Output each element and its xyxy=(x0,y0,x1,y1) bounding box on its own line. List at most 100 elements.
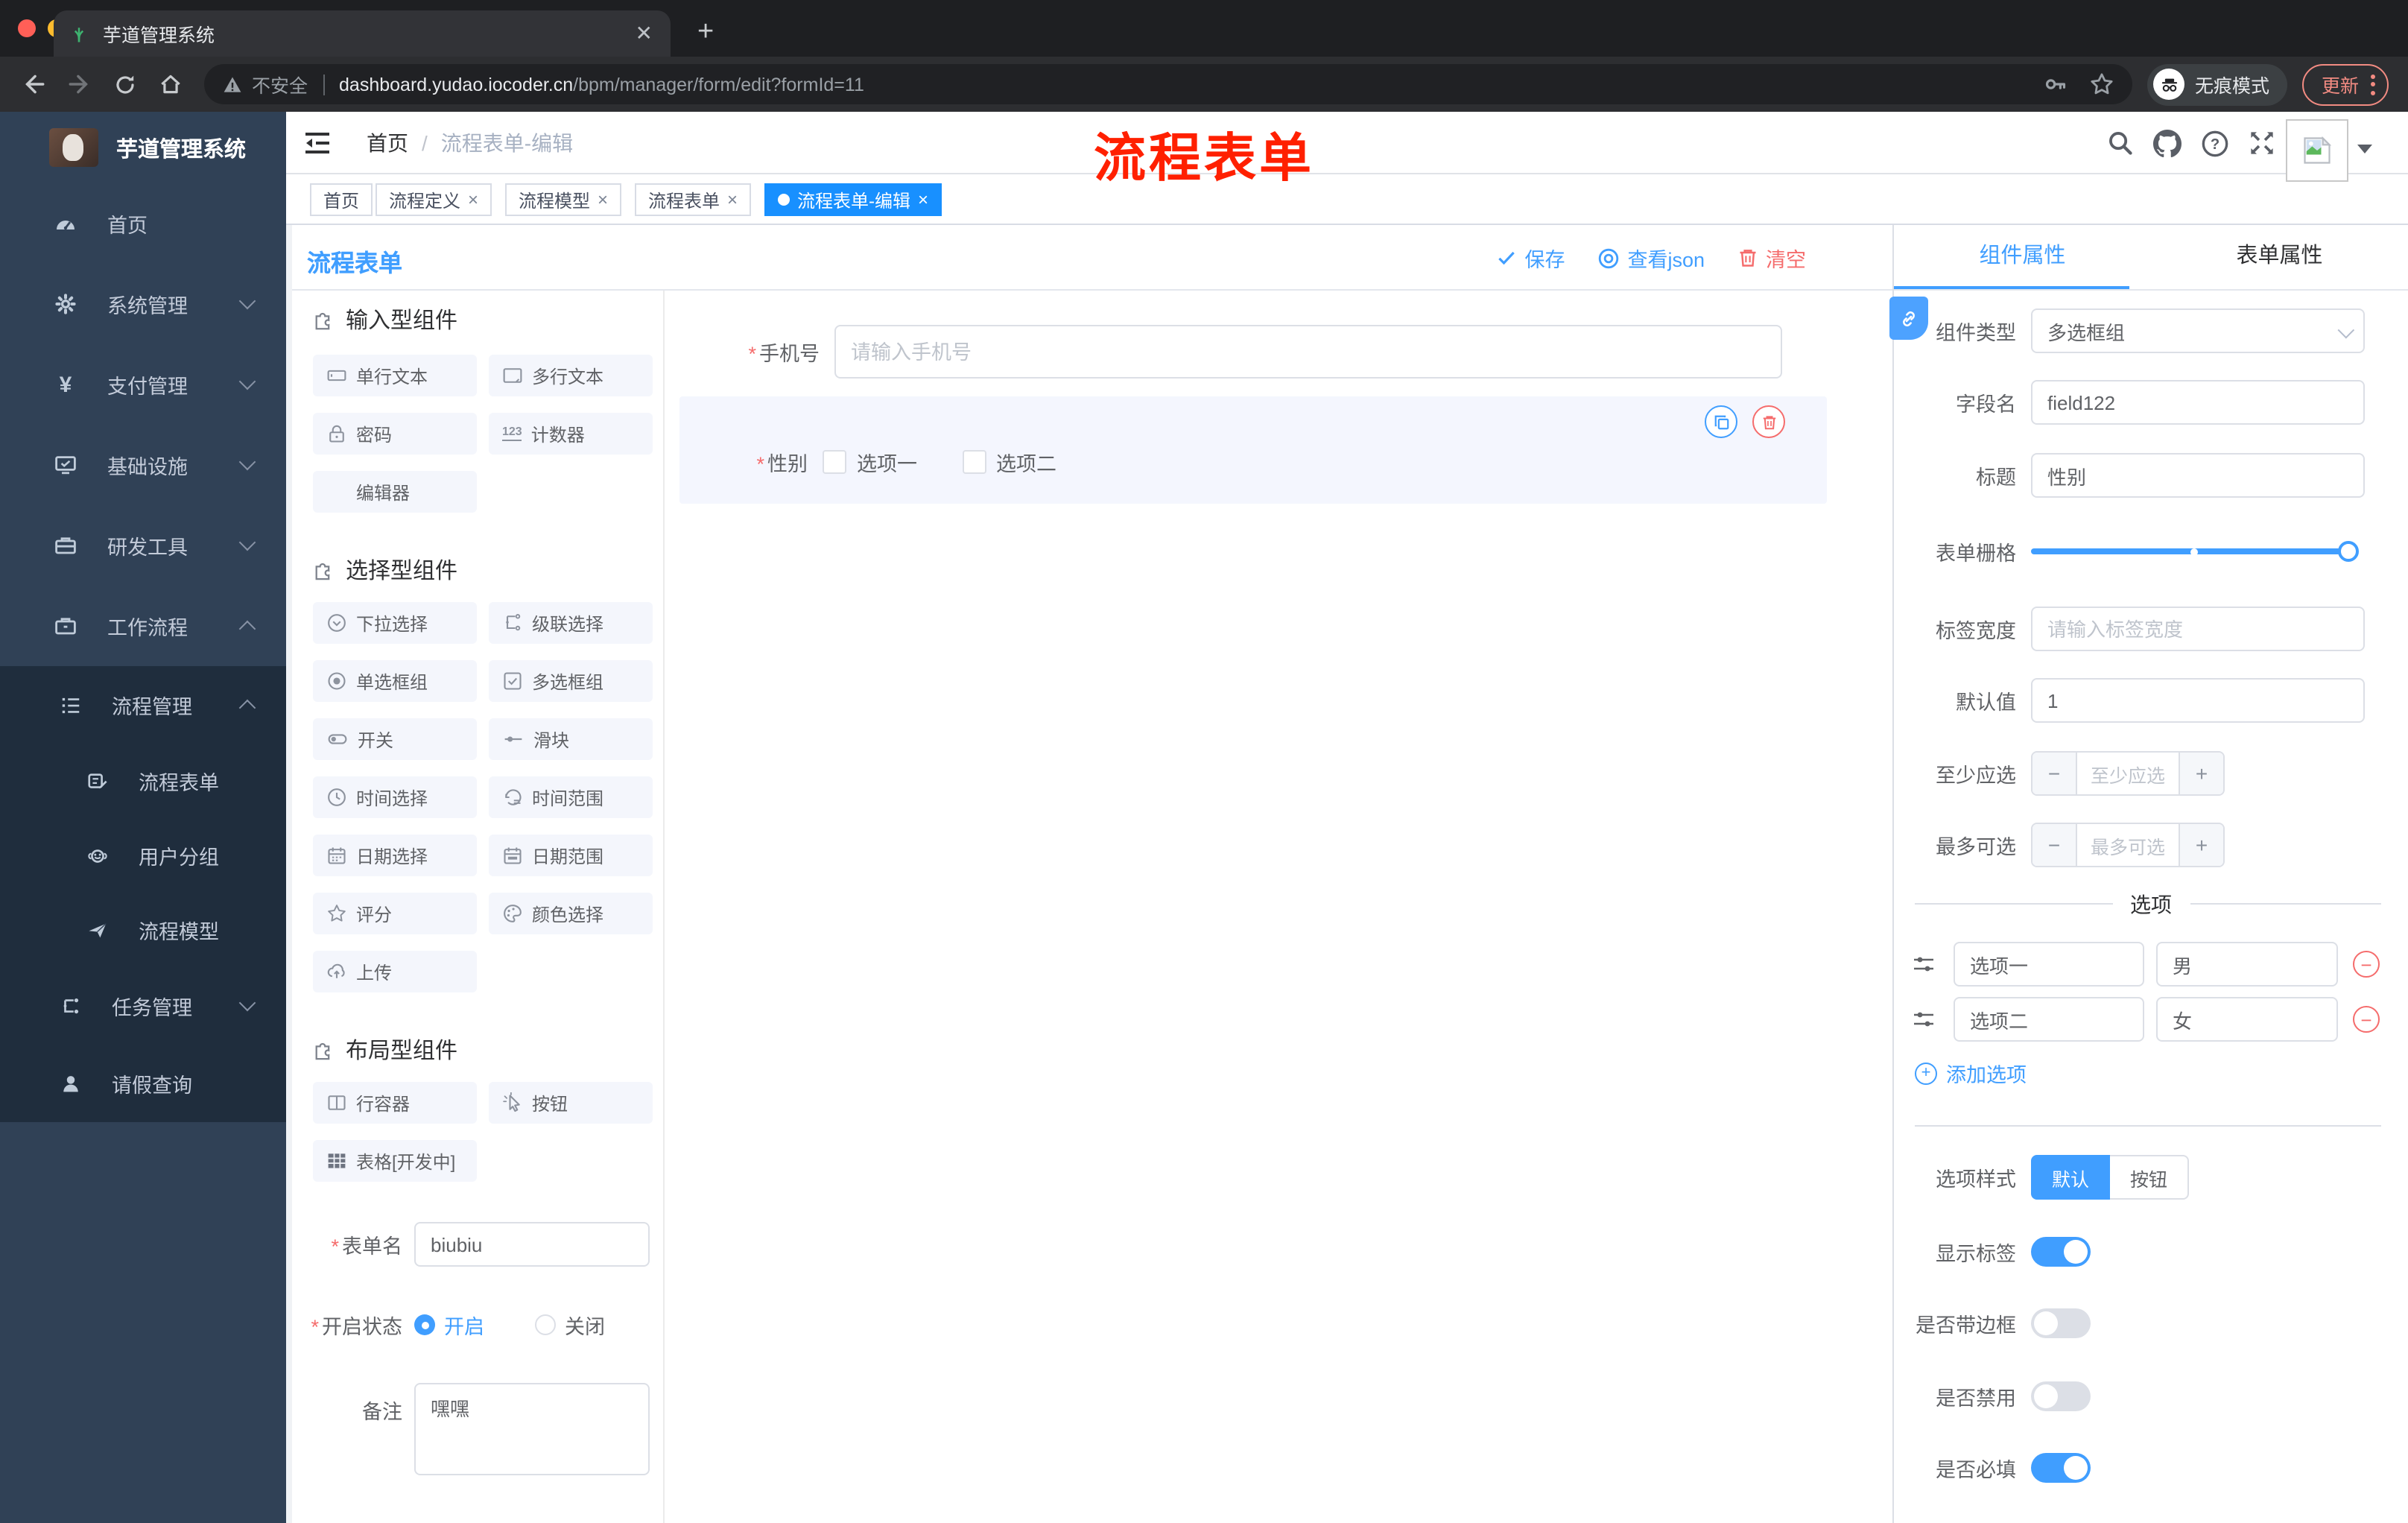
close-tag-icon[interactable]: × xyxy=(918,189,928,210)
drag-handle-icon[interactable] xyxy=(1912,1007,1936,1031)
avatar-dropdown-icon[interactable] xyxy=(2357,145,2372,153)
grid-slider[interactable] xyxy=(2031,529,2359,574)
sidebar-item-system[interactable]: 系统管理 xyxy=(0,264,286,344)
avatar[interactable] xyxy=(2286,119,2348,182)
fullscreen-icon[interactable] xyxy=(2249,130,2275,156)
sidebar-item-workflow[interactable]: 工作流程 xyxy=(0,586,286,666)
remark-textarea[interactable]: 嘿嘿 xyxy=(414,1383,650,1475)
update-button[interactable]: 更新 xyxy=(2302,63,2389,105)
increase-button[interactable]: + xyxy=(2180,753,2223,794)
collapse-sidebar-icon[interactable] xyxy=(304,131,331,155)
remove-option-button[interactable]: − xyxy=(2353,951,2380,978)
browser-menu-icon[interactable] xyxy=(2371,74,2376,95)
search-icon[interactable] xyxy=(2107,130,2134,156)
sidebar-item-infra[interactable]: 基础设施 xyxy=(0,425,286,505)
canvas-gender-row[interactable]: * 性别 选项一 选项二 xyxy=(679,441,1827,483)
tag-process-model[interactable]: 流程模型 × xyxy=(505,183,622,216)
drag-handle-icon[interactable] xyxy=(1912,952,1936,976)
chip-rate[interactable]: 评分 xyxy=(313,893,477,934)
chip-upload[interactable]: 上传 xyxy=(313,951,477,992)
bookmark-star-icon[interactable] xyxy=(2089,72,2114,97)
chip-counter[interactable]: 123 计数器 xyxy=(489,413,653,455)
close-tab-icon[interactable]: ✕ xyxy=(633,21,656,46)
required-toggle[interactable] xyxy=(2031,1453,2091,1483)
decrease-button[interactable]: − xyxy=(2032,753,2076,794)
home-icon[interactable] xyxy=(158,72,183,97)
option-label-input[interactable] xyxy=(1954,997,2144,1042)
chip-button[interactable]: 按钮 xyxy=(489,1082,653,1124)
breadcrumb-home[interactable]: 首页 xyxy=(367,128,408,158)
style-button-button[interactable]: 按钮 xyxy=(2110,1155,2189,1200)
close-window-button[interactable] xyxy=(18,19,36,37)
tag-process-form[interactable]: 流程表单 × xyxy=(635,183,752,216)
save-button[interactable]: 保存 xyxy=(1496,243,1565,273)
password-key-icon[interactable] xyxy=(2043,72,2068,97)
chip-row-container[interactable]: 行容器 xyxy=(313,1082,477,1124)
chip-time-picker[interactable]: 时间选择 xyxy=(313,776,477,818)
increase-button[interactable]: + xyxy=(2180,824,2223,866)
option-style-toggle[interactable]: 默认 按钮 xyxy=(2031,1155,2189,1200)
radio-on[interactable]: 开启 xyxy=(414,1310,484,1340)
chip-switch[interactable]: 开关 xyxy=(313,718,477,760)
form-name-input[interactable] xyxy=(414,1222,650,1267)
close-tag-icon[interactable]: × xyxy=(468,189,478,210)
chip-time-range[interactable]: 时间范围 xyxy=(489,776,653,818)
close-tag-icon[interactable]: × xyxy=(598,189,608,210)
address-bar[interactable]: 不安全 dashboard.yudao.iocoder.cn/bpm/manag… xyxy=(204,64,2132,104)
copy-component-button[interactable] xyxy=(1705,405,1737,438)
github-icon[interactable] xyxy=(2153,129,2182,157)
component-type-value[interactable] xyxy=(2031,308,2365,353)
tab-component-props[interactable]: 组件属性 xyxy=(1894,225,2151,289)
reload-icon[interactable] xyxy=(113,72,137,96)
chip-single-line-text[interactable]: 单行文本 xyxy=(313,355,477,396)
radio-off[interactable]: 关闭 xyxy=(535,1310,605,1340)
option-label-input[interactable] xyxy=(1954,942,2144,987)
max-select-stepper[interactable]: − 最多可选 + xyxy=(2031,823,2225,867)
border-toggle[interactable] xyxy=(2031,1308,2091,1338)
security-label[interactable]: 不安全 xyxy=(252,70,308,98)
style-default-button[interactable]: 默认 xyxy=(2031,1155,2110,1200)
chip-date-picker[interactable]: 日期选择 xyxy=(313,835,477,876)
selected-component[interactable]: * 性别 选项一 选项二 xyxy=(679,396,1827,504)
sidebar-item-process-model[interactable]: 流程模型 xyxy=(0,893,286,967)
chip-password[interactable]: 密码 xyxy=(313,413,477,455)
sidebar-item-user-group[interactable]: 用户分组 xyxy=(0,818,286,893)
sidebar-item-process-mgmt[interactable]: 流程管理 xyxy=(0,666,286,744)
clear-button[interactable]: 清空 xyxy=(1737,243,1806,273)
disabled-toggle[interactable] xyxy=(2031,1381,2091,1411)
chip-editor[interactable]: 编辑器 xyxy=(313,471,477,513)
sidebar-logo[interactable]: 芋道管理系统 xyxy=(0,112,286,183)
close-tag-icon[interactable]: × xyxy=(727,189,738,210)
decrease-button[interactable]: − xyxy=(2032,824,2076,866)
chip-date-range[interactable]: 日期范围 xyxy=(489,835,653,876)
field-name-input[interactable] xyxy=(2031,380,2365,425)
gender-checkbox-2[interactable]: 选项二 xyxy=(962,447,1056,477)
label-width-input[interactable] xyxy=(2031,607,2365,651)
tag-process-form-edit[interactable]: 流程表单-编辑 × xyxy=(764,183,942,216)
slider-handle[interactable] xyxy=(2338,541,2359,562)
chip-color-picker[interactable]: 颜色选择 xyxy=(489,893,653,934)
chip-multi-line-text[interactable]: 多行文本 xyxy=(489,355,653,396)
back-icon[interactable] xyxy=(21,72,46,97)
tag-home[interactable]: 首页 xyxy=(310,183,373,216)
form-canvas[interactable]: *手机号 *性别 xyxy=(665,291,1892,1523)
show-label-toggle[interactable] xyxy=(2031,1237,2091,1267)
canvas-phone-row[interactable]: * 手机号 xyxy=(665,325,1892,379)
chip-select[interactable]: 下拉选择 xyxy=(313,602,477,644)
new-tab-button[interactable]: + xyxy=(697,12,714,54)
sidebar-item-payment[interactable]: ¥ 支付管理 xyxy=(0,344,286,425)
chip-radio-group[interactable]: 单选框组 xyxy=(313,660,477,702)
option-value-input[interactable] xyxy=(2156,942,2338,987)
title-input[interactable] xyxy=(2031,453,2365,498)
checkbox-icon[interactable] xyxy=(962,450,986,474)
max-select-value[interactable]: 最多可选 xyxy=(2076,824,2180,866)
chip-cascader[interactable]: 级联选择 xyxy=(489,602,653,644)
tag-process-definition[interactable]: 流程定义 × xyxy=(376,183,492,216)
browser-tab[interactable]: 芋道管理系统 ✕ xyxy=(54,10,671,57)
chip-slider[interactable]: 滑块 xyxy=(489,718,653,760)
option-value-input[interactable] xyxy=(2156,997,2338,1042)
chip-table[interactable]: 表格[开发中] xyxy=(313,1140,477,1182)
remove-option-button[interactable]: − xyxy=(2353,1006,2380,1033)
view-json-button[interactable]: 查看json xyxy=(1597,243,1705,273)
min-select-stepper[interactable]: − 至少应选 + xyxy=(2031,751,2225,796)
